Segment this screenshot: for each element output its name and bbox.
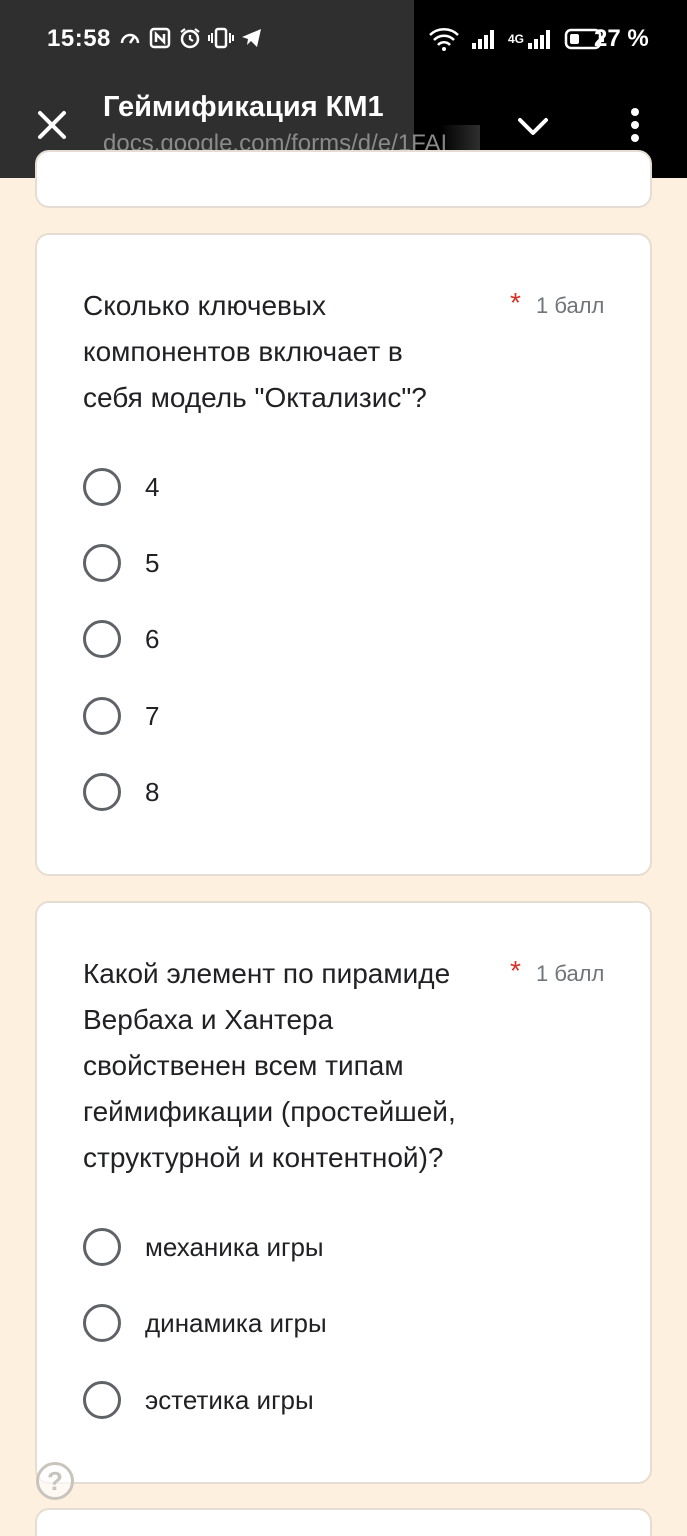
option-label: 4: [145, 471, 160, 502]
vibrate-icon: [208, 27, 234, 49]
radio-button[interactable]: [83, 544, 121, 582]
radio-option[interactable]: механика игры: [83, 1227, 324, 1267]
battery-percent: 27 %: [594, 25, 649, 52]
radio-option[interactable]: 4: [83, 467, 159, 507]
wifi-icon: [429, 28, 459, 51]
question-points: 1 балл: [536, 961, 605, 986]
telegram-icon: [242, 29, 261, 47]
radio-button[interactable]: [83, 1228, 121, 1266]
question-card-1: Сколько ключевых компонентов включает в …: [35, 233, 652, 876]
status-bar: 15:58 4G 27 %: [0, 0, 687, 80]
status-time: 15:58: [47, 25, 111, 52]
expand-button[interactable]: [512, 106, 554, 148]
radio-option[interactable]: 5: [83, 543, 159, 583]
question-points: 1 балл: [536, 293, 605, 318]
more-options-button[interactable]: [620, 104, 650, 148]
next-question-card: [35, 1508, 652, 1536]
signal-icon-2: [528, 30, 551, 49]
question-card-2: Какой элемент по пирамиде Вербаха и Хант…: [35, 901, 652, 1484]
radio-option[interactable]: 7: [83, 696, 159, 736]
option-label: эстетика игры: [145, 1384, 314, 1415]
radio-button[interactable]: [83, 1381, 121, 1419]
more-vert-icon: [631, 108, 639, 142]
option-label: механика игры: [145, 1231, 324, 1262]
close-button[interactable]: [30, 103, 74, 147]
question-text: Какой элемент по пирамиде Вербаха и Хант…: [83, 958, 456, 1173]
option-label: 8: [145, 776, 160, 807]
radio-button[interactable]: [83, 1304, 121, 1342]
alarm-icon: [180, 28, 200, 49]
radio-option[interactable]: 6: [83, 619, 159, 659]
network-type-label: 4G: [508, 32, 525, 46]
radio-button[interactable]: [83, 468, 121, 506]
radio-option[interactable]: динамика игры: [83, 1303, 327, 1343]
page-title: Геймификация КМ1: [103, 91, 384, 123]
radio-button[interactable]: [83, 620, 121, 658]
signal-icon: [472, 30, 494, 49]
previous-question-card: [35, 150, 652, 208]
chevron-down-icon: [518, 118, 548, 135]
required-asterisk: *: [510, 287, 521, 318]
option-label: 5: [145, 547, 160, 578]
nfc-icon: [149, 27, 171, 49]
question-text: Сколько ключевых компонентов включает в …: [83, 290, 427, 413]
option-label: 6: [145, 623, 160, 654]
radio-button[interactable]: [83, 773, 121, 811]
radio-button[interactable]: [83, 697, 121, 735]
radio-option[interactable]: 8: [83, 772, 159, 812]
help-button[interactable]: ?: [36, 1462, 74, 1500]
radio-option[interactable]: эстетика игры: [83, 1380, 314, 1420]
option-label: динамика игры: [145, 1307, 327, 1338]
help-icon: ?: [47, 1465, 63, 1496]
speedometer-icon: [120, 33, 140, 44]
option-label: 7: [145, 700, 160, 731]
close-icon: [38, 111, 66, 139]
required-asterisk: *: [510, 955, 521, 986]
